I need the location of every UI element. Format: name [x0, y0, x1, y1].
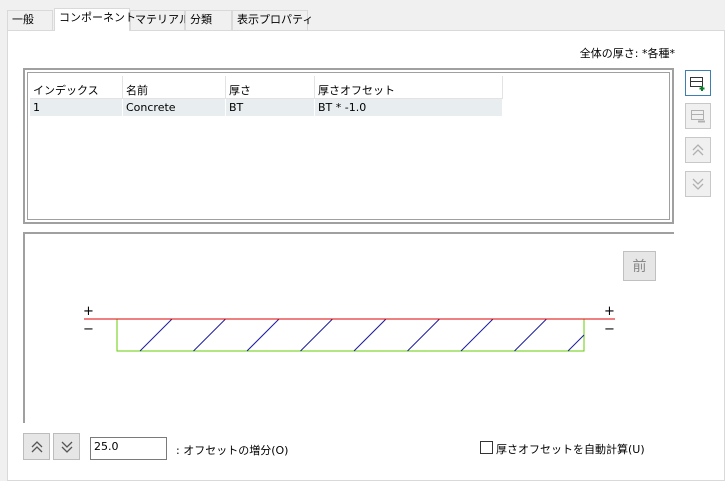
column-header-thickness[interactable]: 厚さ [225, 76, 315, 99]
move-down-icon [692, 178, 704, 190]
move-down-button[interactable] [685, 171, 711, 197]
cell-index[interactable]: 1 [30, 98, 123, 116]
hatch-line [139, 318, 173, 352]
hatch-line [193, 318, 226, 352]
column-header-index[interactable]: インデックス [30, 76, 123, 99]
tab-display-properties[interactable]: 表示プロパティ [232, 10, 313, 30]
add-row-button[interactable] [685, 70, 711, 96]
offset-up-button[interactable] [23, 433, 50, 460]
hatch-line [514, 318, 547, 352]
move-up-icon [31, 440, 42, 452]
move-up-button[interactable] [685, 137, 711, 163]
plus-left-label: + [83, 304, 94, 319]
move-up-icon [692, 144, 704, 156]
plus-right-label: + [604, 304, 615, 319]
table-row[interactable]: 1 Concrete BT BT * -1.0 [30, 98, 503, 116]
hatch-line [567, 334, 585, 352]
auto-calc-label[interactable]: 厚さオフセットを自動計算(U) [496, 441, 645, 457]
hatch-line [246, 318, 280, 352]
offset-increment-label: : オフセットの増分(O) [176, 444, 289, 457]
move-down-icon [61, 441, 72, 453]
tab-general[interactable]: 一般 [7, 10, 53, 30]
tab-materials[interactable]: マテリアル [130, 10, 190, 30]
auto-calc-checkbox[interactable] [480, 441, 493, 454]
hatch-line [300, 318, 333, 352]
tab-components[interactable]: コンポーネント [54, 8, 136, 31]
table-header-row: インデックス 名前 厚さ 厚さオフセット [30, 76, 503, 99]
section-drawing: + − + − [83, 304, 615, 352]
cell-thickness[interactable]: BT [225, 98, 315, 116]
component-grid[interactable]: インデックス 名前 厚さ 厚さオフセット 1 Concrete BT BT * … [23, 68, 674, 224]
remove-row-button[interactable] [685, 103, 711, 129]
remove-row-icon [691, 110, 705, 123]
add-row-icon [690, 77, 705, 91]
section-preview: + − + − [23, 232, 674, 423]
minus-left-label: − [83, 322, 94, 337]
hatch-line [353, 318, 387, 352]
cell-name[interactable]: Concrete [122, 98, 226, 116]
offset-increment-input[interactable]: 25.0 [90, 437, 167, 460]
front-view-button[interactable]: 前 [623, 251, 656, 281]
total-thickness-label: 全体の厚さ: *各種* [579, 47, 675, 60]
column-header-name[interactable]: 名前 [122, 76, 226, 99]
hatch-line [460, 318, 494, 352]
component-hatch [139, 318, 585, 352]
minus-right-label: − [604, 322, 615, 337]
offset-down-button[interactable] [53, 433, 80, 460]
cell-thickness-offset[interactable]: BT * -1.0 [314, 98, 503, 116]
tab-bar: 一般 コンポーネント マテリアル 分類 表示プロパティ [0, 8, 725, 31]
tab-classification[interactable]: 分類 [185, 10, 232, 30]
component-outline [116, 318, 585, 352]
component-table: インデックス 名前 厚さ 厚さオフセット 1 Concrete BT BT * … [30, 76, 503, 116]
column-header-thickness-offset[interactable]: 厚さオフセット [314, 76, 503, 99]
hatch-line [407, 318, 440, 352]
